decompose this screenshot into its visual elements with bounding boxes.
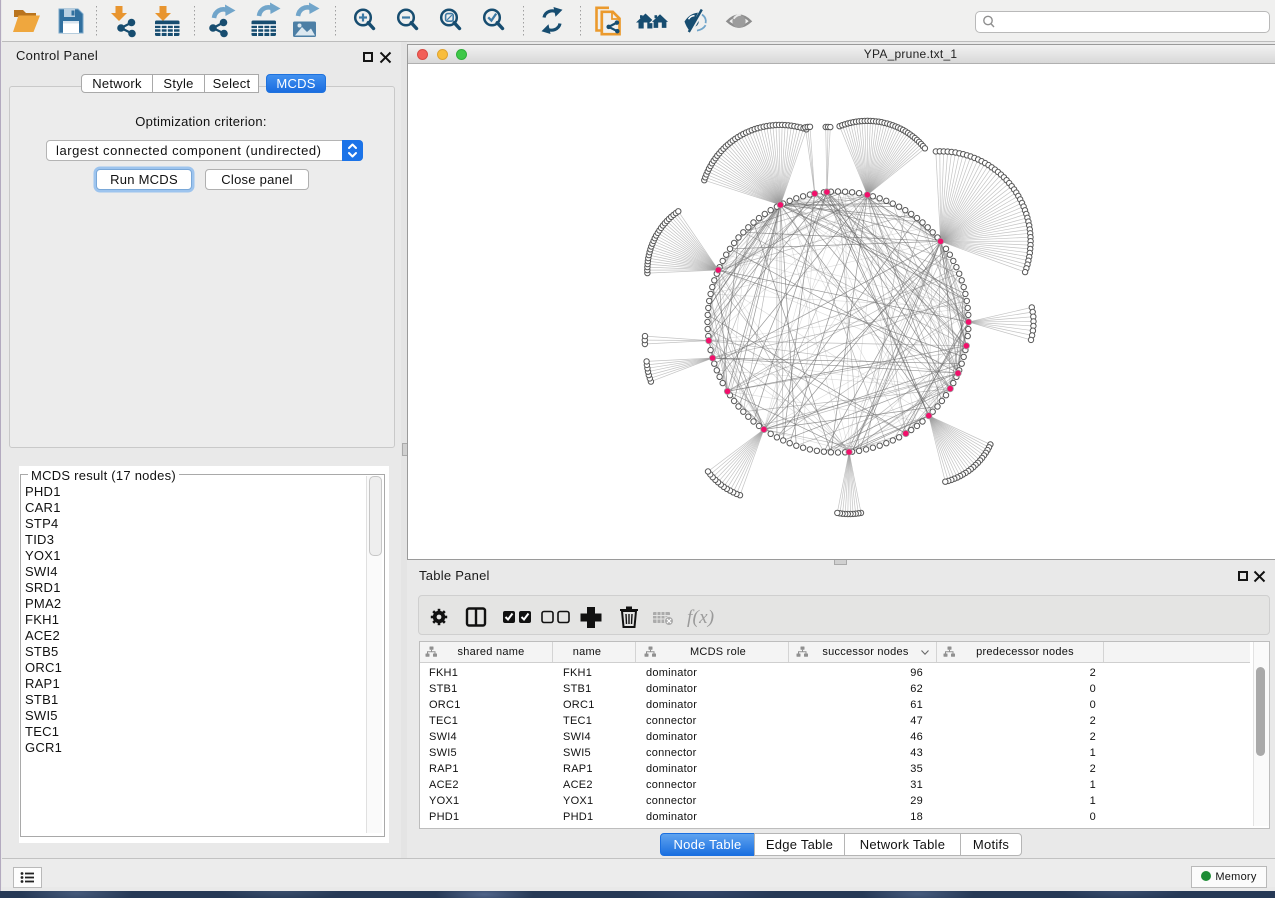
- svg-text:f(x): f(x): [687, 607, 714, 628]
